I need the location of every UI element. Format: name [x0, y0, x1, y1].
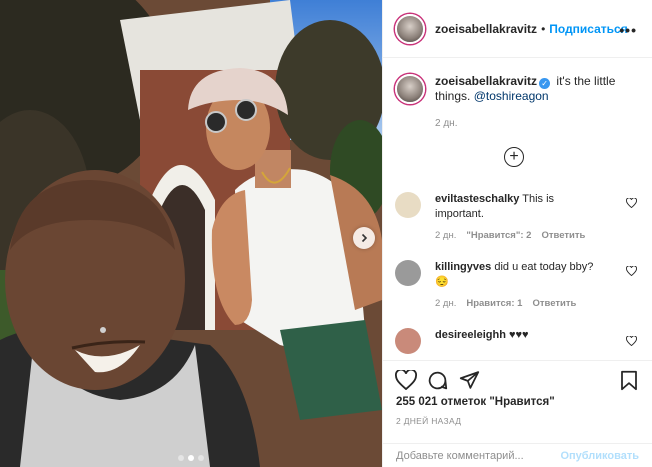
comment-avatar[interactable] — [395, 328, 421, 354]
comment-item: desireeleighh ♥♥♥ — [395, 328, 641, 354]
add-comment-bar: Опубликовать — [383, 443, 652, 467]
publish-button[interactable]: Опубликовать — [560, 450, 639, 462]
comment-heart-icon[interactable] — [626, 198, 637, 208]
more-options-icon[interactable]: ••• — [619, 22, 637, 38]
caption-time[interactable]: 2 дн. — [435, 116, 641, 131]
post-caption: zoeisabellakravitz ✓ it's the little thin… — [395, 74, 641, 131]
carousel-dot-active — [188, 455, 194, 461]
comment-item: killingyves did u eat today bby? 😔 2 дн.… — [395, 260, 641, 311]
carousel-dots — [0, 455, 382, 461]
comment-avatar[interactable] — [395, 260, 421, 286]
carousel-dot — [178, 455, 184, 461]
comment-time[interactable]: 2 дн. — [435, 298, 456, 309]
comment-body: killingyves did u eat today bby? 😔 2 дн.… — [435, 260, 605, 311]
comment-meta: 2 дн. "Нравится": 2 Ответить — [435, 228, 605, 243]
heart-icon[interactable] — [395, 370, 417, 390]
comment-avatar[interactable] — [395, 192, 421, 218]
comment-item: eviltasteschalky This is important. 2 дн… — [395, 192, 641, 243]
author-username[interactable]: zoeisabellakravitz — [435, 22, 537, 36]
header-separator: • — [541, 21, 546, 36]
caption-username[interactable]: zoeisabellakravitz — [435, 74, 537, 88]
comment-body: desireeleighh ♥♥♥ — [435, 328, 605, 354]
carousel-dot — [198, 455, 204, 461]
comment-heart-icon[interactable] — [626, 336, 637, 346]
comment-time[interactable]: 2 дн. — [435, 230, 456, 241]
comment-reply-button[interactable]: Ответить — [532, 298, 576, 309]
comments-section[interactable]: zoeisabellakravitz ✓ it's the little thin… — [383, 58, 652, 360]
post-actions-bar — [383, 360, 652, 398]
post-header: zoeisabellakravitz • Подписаться ••• — [383, 0, 652, 58]
comment-text: ♥♥♥ — [508, 329, 529, 341]
post-side-panel: zoeisabellakravitz • Подписаться ••• zoe… — [382, 0, 652, 467]
bookmark-icon[interactable] — [620, 370, 638, 391]
post-photo[interactable] — [0, 0, 382, 467]
comment-likes[interactable]: Нравится: 1 — [466, 298, 522, 309]
paper-plane-icon[interactable] — [459, 370, 480, 390]
comment-input[interactable] — [396, 450, 556, 462]
comment-reply-button[interactable]: Ответить — [541, 230, 585, 241]
comment-username[interactable]: killingyves — [435, 261, 491, 273]
comment-icon[interactable] — [427, 370, 448, 391]
post-date[interactable]: 2 ДНЕЙ НАЗАД — [396, 416, 461, 426]
comment-meta: 2 дн. Нравится: 1 Ответить — [435, 296, 605, 311]
carousel-next-button[interactable] — [353, 227, 375, 249]
comment-username[interactable]: eviltasteschalky — [435, 193, 519, 205]
comment-heart-icon[interactable] — [626, 266, 637, 276]
caption-body: zoeisabellakravitz ✓ it's the little thin… — [435, 74, 641, 131]
chevron-right-icon — [361, 233, 368, 243]
caption-mention-link[interactable]: @toshireagon — [474, 89, 549, 103]
follow-button[interactable]: Подписаться — [549, 22, 627, 36]
likes-count[interactable]: 255 021 отметок "Нравится" — [396, 396, 555, 408]
caption-avatar[interactable] — [395, 74, 425, 104]
comment-likes[interactable]: "Нравится": 2 — [466, 230, 531, 241]
photo-illustration — [0, 0, 382, 467]
verified-badge-icon: ✓ — [539, 78, 551, 89]
load-more-comments-icon[interactable]: + — [504, 147, 524, 167]
author-avatar[interactable] — [395, 13, 425, 44]
comment-username[interactable]: desireeleighh — [435, 329, 506, 341]
comment-body: eviltasteschalky This is important. 2 дн… — [435, 192, 605, 243]
